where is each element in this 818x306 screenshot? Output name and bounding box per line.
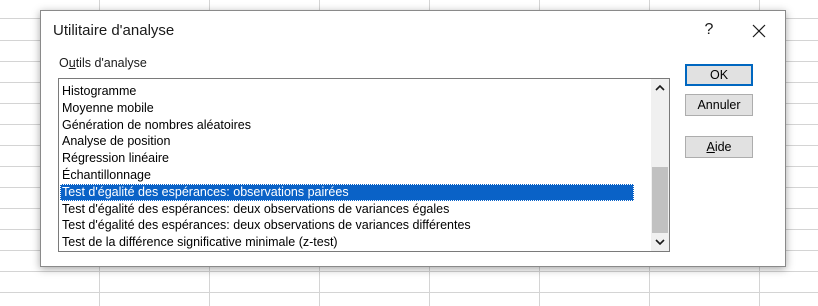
grid-line — [0, 292, 818, 293]
label-prefix: O — [59, 56, 69, 70]
help-question-button[interactable]: ? — [701, 21, 717, 39]
list-scrollbar[interactable] — [651, 79, 669, 251]
analysis-toolpak-dialog: Utilitaire d'analyse ? Outils d'analyse … — [40, 10, 786, 267]
label-suffix: tils d'analyse — [75, 56, 147, 70]
list-item[interactable]: Test d'égalité des espérances: deux obse… — [60, 201, 634, 218]
list-item[interactable]: Test d'égalité des espérances: deux obse… — [60, 217, 634, 234]
help-label-rest: ide — [714, 140, 732, 154]
list-item[interactable]: Génération de nombres aléatoires — [60, 117, 634, 134]
label-accelerator: u — [68, 56, 76, 70]
help-button[interactable]: Aide — [685, 136, 753, 158]
chevron-down-icon — [655, 239, 665, 246]
scroll-thumb[interactable] — [652, 167, 668, 233]
dialog-title: Utilitaire d'analyse — [53, 22, 175, 39]
close-icon — [752, 24, 766, 38]
cancel-button[interactable]: Annuler — [685, 94, 753, 116]
tool-list: Histogramme Moyenne mobile Génération de… — [60, 83, 634, 251]
list-item[interactable]: Histogramme — [60, 83, 634, 100]
analysis-tools-label: Outils d'analyse — [59, 56, 147, 70]
list-item[interactable]: Moyenne mobile — [60, 100, 634, 117]
list-item[interactable]: Régression linéaire — [60, 150, 634, 167]
scroll-up-button[interactable] — [651, 79, 669, 96]
list-item[interactable]: Échantillonnage — [60, 167, 634, 184]
spreadsheet-background: Utilitaire d'analyse ? Outils d'analyse … — [0, 0, 818, 306]
list-item[interactable]: Test de la différence significative mini… — [60, 234, 634, 251]
help-accelerator: A — [706, 140, 715, 154]
analysis-tools-listbox[interactable]: Histogramme Moyenne mobile Génération de… — [58, 78, 670, 252]
close-button[interactable] — [745, 19, 773, 43]
ok-button[interactable]: OK — [685, 64, 753, 86]
scroll-down-button[interactable] — [651, 234, 669, 251]
grid-line — [0, 271, 818, 272]
chevron-up-icon — [655, 84, 665, 91]
list-item-selected[interactable]: Test d'égalité des espérances: observati… — [60, 183, 634, 201]
list-item[interactable]: Analyse de position — [60, 133, 634, 150]
